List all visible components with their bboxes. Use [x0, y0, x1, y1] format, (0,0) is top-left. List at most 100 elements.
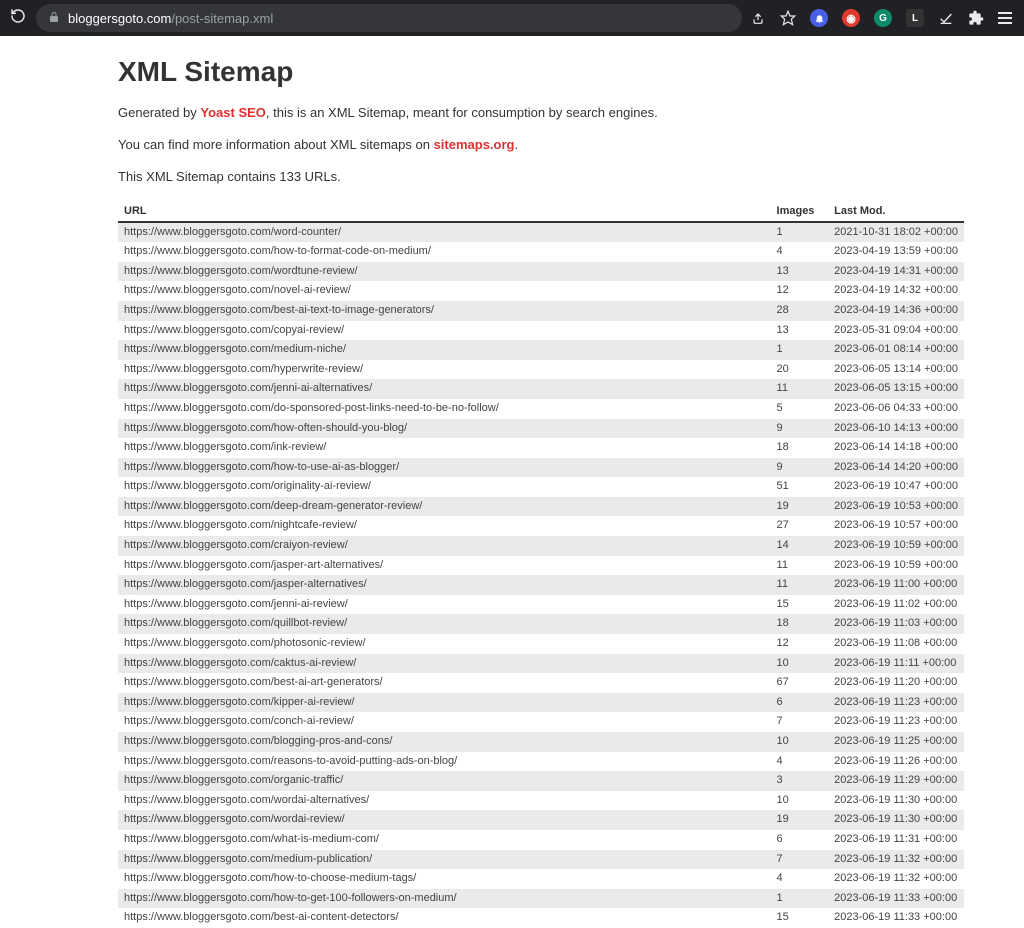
- sitemap-url-link[interactable]: https://www.bloggersgoto.com/how-to-get-…: [124, 892, 457, 904]
- cell-lastmod: 2023-06-05 13:14 +00:00: [828, 360, 964, 380]
- sitemap-url-link[interactable]: https://www.bloggersgoto.com/medium-publ…: [124, 853, 372, 865]
- cell-lastmod: 2023-06-19 10:59 +00:00: [828, 536, 964, 556]
- cell-images: 18: [771, 614, 829, 634]
- sitemap-url-link[interactable]: https://www.bloggersgoto.com/wordai-alte…: [124, 794, 369, 806]
- sitemap-url-link[interactable]: https://www.bloggersgoto.com/conch-ai-re…: [124, 715, 354, 727]
- cell-url: https://www.bloggersgoto.com/kipper-ai-r…: [118, 693, 771, 713]
- share-icon[interactable]: [750, 10, 766, 26]
- cell-images: 15: [771, 595, 829, 615]
- sitemap-url-link[interactable]: https://www.bloggersgoto.com/best-ai-art…: [124, 676, 383, 688]
- sitemap-url-link[interactable]: https://www.bloggersgoto.com/medium-nich…: [124, 343, 346, 355]
- table-row: https://www.bloggersgoto.com/how-to-get-…: [118, 889, 964, 909]
- extensions-puzzle-icon[interactable]: [968, 10, 984, 26]
- cell-url: https://www.bloggersgoto.com/organic-tra…: [118, 771, 771, 791]
- sitemap-url-link[interactable]: https://www.bloggersgoto.com/nightcafe-r…: [124, 519, 357, 531]
- sitemap-url-link[interactable]: https://www.bloggersgoto.com/how-to-form…: [124, 245, 431, 257]
- table-row: https://www.bloggersgoto.com/photosonic-…: [118, 634, 964, 654]
- sitemap-url-link[interactable]: https://www.bloggersgoto.com/best-ai-con…: [124, 911, 399, 923]
- cell-lastmod: 2023-06-19 11:33 +00:00: [828, 889, 964, 909]
- cell-url: https://www.bloggersgoto.com/how-to-use-…: [118, 458, 771, 478]
- sitemap-url-link[interactable]: https://www.bloggersgoto.com/word-counte…: [124, 226, 341, 238]
- cell-lastmod: 2023-06-19 11:00 +00:00: [828, 575, 964, 595]
- sitemap-url-link[interactable]: https://www.bloggersgoto.com/wordtune-re…: [124, 265, 358, 277]
- table-row: https://www.bloggersgoto.com/wordai-revi…: [118, 810, 964, 830]
- table-row: https://www.bloggersgoto.com/deep-dream-…: [118, 497, 964, 517]
- cell-images: 3: [771, 771, 829, 791]
- extension-ublock-icon[interactable]: ◉: [842, 9, 860, 27]
- cell-images: 7: [771, 712, 829, 732]
- table-row: https://www.bloggersgoto.com/wordai-alte…: [118, 791, 964, 811]
- cell-lastmod: 2023-06-01 08:14 +00:00: [828, 340, 964, 360]
- cell-images: 7: [771, 850, 829, 870]
- info-suffix: .: [514, 137, 518, 152]
- sitemap-url-link[interactable]: https://www.bloggersgoto.com/novel-ai-re…: [124, 284, 351, 296]
- sitemap-url-link[interactable]: https://www.bloggersgoto.com/blogging-pr…: [124, 735, 392, 747]
- sitemap-url-link[interactable]: https://www.bloggersgoto.com/deep-dream-…: [124, 500, 422, 512]
- cell-images: 9: [771, 419, 829, 439]
- cell-images: 14: [771, 536, 829, 556]
- info-prefix: You can find more information about XML …: [118, 137, 434, 152]
- intro-line-1: Generated by Yoast SEO, this is an XML S…: [118, 104, 964, 122]
- sitemap-url-link[interactable]: https://www.bloggersgoto.com/reasons-to-…: [124, 755, 457, 767]
- sitemap-url-link[interactable]: https://www.bloggersgoto.com/craiyon-rev…: [124, 539, 348, 551]
- table-row: https://www.bloggersgoto.com/blogging-pr…: [118, 732, 964, 752]
- cell-images: 1: [771, 222, 829, 243]
- url-path: /post-sitemap.xml: [171, 11, 273, 26]
- cell-lastmod: 2023-06-19 11:30 +00:00: [828, 791, 964, 811]
- extension-l-icon[interactable]: L: [906, 9, 924, 27]
- cell-url: https://www.bloggersgoto.com/reasons-to-…: [118, 752, 771, 772]
- table-row: https://www.bloggersgoto.com/best-ai-art…: [118, 673, 964, 693]
- sitemap-url-link[interactable]: https://www.bloggersgoto.com/kipper-ai-r…: [124, 696, 354, 708]
- sitemap-url-link[interactable]: https://www.bloggersgoto.com/how-to-use-…: [124, 461, 399, 473]
- cell-lastmod: 2023-06-19 11:32 +00:00: [828, 850, 964, 870]
- cell-images: 20: [771, 360, 829, 380]
- sitemap-url-link[interactable]: https://www.bloggersgoto.com/photosonic-…: [124, 637, 366, 649]
- sitemap-url-link[interactable]: https://www.bloggersgoto.com/caktus-ai-r…: [124, 657, 356, 669]
- star-icon[interactable]: [780, 10, 796, 26]
- cell-images: 13: [771, 321, 829, 341]
- sitemap-url-link[interactable]: https://www.bloggersgoto.com/ink-review/: [124, 441, 326, 453]
- cell-lastmod: 2023-06-05 13:15 +00:00: [828, 379, 964, 399]
- reload-icon[interactable]: [8, 8, 28, 28]
- sitemaps-link[interactable]: sitemaps.org: [434, 137, 515, 152]
- sitemap-url-link[interactable]: https://www.bloggersgoto.com/best-ai-tex…: [124, 304, 434, 316]
- sitemap-url-link[interactable]: https://www.bloggersgoto.com/copyai-revi…: [124, 324, 344, 336]
- sitemap-url-link[interactable]: https://www.bloggersgoto.com/wordai-revi…: [124, 813, 345, 825]
- extension-check-icon[interactable]: [938, 10, 954, 26]
- cell-lastmod: 2023-04-19 14:32 +00:00: [828, 281, 964, 301]
- sitemap-url-link[interactable]: https://www.bloggersgoto.com/quillbot-re…: [124, 617, 347, 629]
- cell-lastmod: 2021-10-31 18:02 +00:00: [828, 222, 964, 243]
- intro-line-2: You can find more information about XML …: [118, 136, 964, 154]
- sitemap-url-link[interactable]: https://www.bloggersgoto.com/jenni-ai-al…: [124, 382, 372, 394]
- table-row: https://www.bloggersgoto.com/word-counte…: [118, 222, 964, 243]
- sitemap-url-link[interactable]: https://www.bloggersgoto.com/jenni-ai-re…: [124, 598, 348, 610]
- cell-images: 1: [771, 340, 829, 360]
- menu-icon[interactable]: [998, 12, 1012, 24]
- cell-lastmod: 2023-06-06 04:33 +00:00: [828, 399, 964, 419]
- cell-url: https://www.bloggersgoto.com/wordai-alte…: [118, 791, 771, 811]
- table-row: https://www.bloggersgoto.com/do-sponsore…: [118, 399, 964, 419]
- sitemap-url-link[interactable]: https://www.bloggersgoto.com/originality…: [124, 480, 371, 492]
- address-bar[interactable]: bloggersgoto.com/post-sitemap.xml: [36, 4, 742, 32]
- extension-bell-icon[interactable]: [810, 9, 828, 27]
- sitemap-url-link[interactable]: https://www.bloggersgoto.com/jasper-art-…: [124, 559, 383, 571]
- yoast-link[interactable]: Yoast SEO: [200, 105, 266, 120]
- cell-lastmod: 2023-06-19 11:11 +00:00: [828, 654, 964, 674]
- cell-url: https://www.bloggersgoto.com/deep-dream-…: [118, 497, 771, 517]
- extension-grammarly-icon[interactable]: G: [874, 9, 892, 27]
- sitemap-url-link[interactable]: https://www.bloggersgoto.com/how-to-choo…: [124, 872, 416, 884]
- sitemap-url-link[interactable]: https://www.bloggersgoto.com/jasper-alte…: [124, 578, 367, 590]
- browser-toolbar: bloggersgoto.com/post-sitemap.xml ◉ G L: [0, 0, 1024, 36]
- cell-url: https://www.bloggersgoto.com/medium-publ…: [118, 850, 771, 870]
- sitemap-url-link[interactable]: https://www.bloggersgoto.com/do-sponsore…: [124, 402, 499, 414]
- cell-url: https://www.bloggersgoto.com/how-to-choo…: [118, 869, 771, 889]
- table-row: https://www.bloggersgoto.com/reasons-to-…: [118, 752, 964, 772]
- cell-lastmod: 2023-04-19 14:36 +00:00: [828, 301, 964, 321]
- cell-images: 18: [771, 438, 829, 458]
- cell-images: 1: [771, 889, 829, 909]
- sitemap-url-link[interactable]: https://www.bloggersgoto.com/how-often-s…: [124, 422, 407, 434]
- cell-lastmod: 2023-06-19 10:57 +00:00: [828, 516, 964, 536]
- sitemap-url-link[interactable]: https://www.bloggersgoto.com/hyperwrite-…: [124, 363, 363, 375]
- sitemap-url-link[interactable]: https://www.bloggersgoto.com/what-is-med…: [124, 833, 379, 845]
- sitemap-url-link[interactable]: https://www.bloggersgoto.com/organic-tra…: [124, 774, 343, 786]
